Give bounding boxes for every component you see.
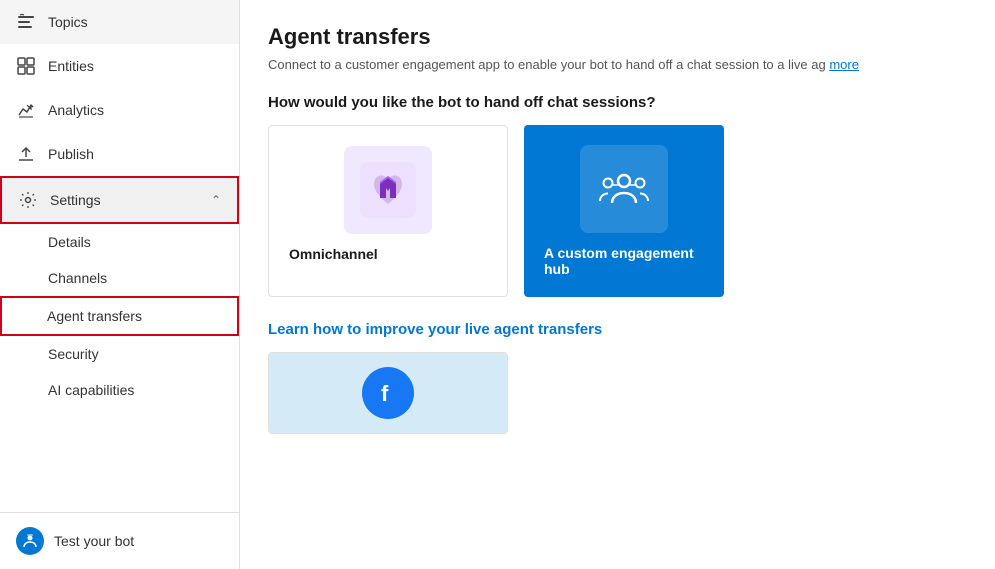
sub-item-agent-transfers[interactable]: Agent transfers xyxy=(0,296,239,336)
custom-hub-icon xyxy=(598,163,650,215)
entities-icon xyxy=(16,56,36,76)
sub-item-security-label: Security xyxy=(48,346,99,362)
improve-card[interactable]: f xyxy=(268,352,508,434)
sidebar-item-analytics-label: Analytics xyxy=(48,102,223,118)
sidebar-item-entities[interactable]: Entities xyxy=(0,44,239,88)
settings-icon xyxy=(18,190,38,210)
sidebar: Topics Entities xyxy=(0,0,240,569)
analytics-icon xyxy=(16,100,36,120)
svg-text:f: f xyxy=(381,381,389,406)
publish-icon xyxy=(16,144,36,164)
improve-card-image: f xyxy=(269,353,507,433)
sub-item-ai-capabilities-label: AI capabilities xyxy=(48,382,134,398)
page-subtitle: Connect to a customer engagement app to … xyxy=(268,56,967,74)
omnichannel-icon xyxy=(344,146,432,234)
learn-section-title: Learn how to improve your live agent tra… xyxy=(268,321,967,338)
sidebar-item-settings[interactable]: Settings ⌃ xyxy=(0,176,239,224)
sub-item-details[interactable]: Details xyxy=(0,224,239,260)
omnichannel-card[interactable]: Omnichannel xyxy=(268,125,508,297)
settings-chevron-icon: ⌃ xyxy=(211,193,221,207)
sub-item-ai-capabilities[interactable]: AI capabilities xyxy=(0,372,239,408)
test-bot-bar[interactable]: Test your bot xyxy=(0,512,239,569)
sidebar-item-publish-label: Publish xyxy=(48,146,223,162)
custom-hub-card-label: A custom engagement hub xyxy=(544,245,704,277)
sidebar-item-analytics[interactable]: Analytics xyxy=(0,88,239,132)
topics-icon xyxy=(16,12,36,32)
settings-sub-items: Details Channels Agent transfers Securit… xyxy=(0,224,239,408)
test-bot-label: Test your bot xyxy=(54,533,134,549)
learn-more-link[interactable]: more xyxy=(829,57,859,72)
sub-item-channels-label: Channels xyxy=(48,270,107,286)
sidebar-item-entities-label: Entities xyxy=(48,58,223,74)
sub-item-details-label: Details xyxy=(48,234,91,250)
page-title: Agent transfers xyxy=(268,24,967,50)
fb-icon: f xyxy=(362,367,414,419)
test-bot-avatar xyxy=(16,527,44,555)
sub-item-agent-transfers-label: Agent transfers xyxy=(47,308,142,324)
custom-hub-icon-area xyxy=(544,145,704,233)
sidebar-item-topics-label: Topics xyxy=(48,14,223,30)
sub-item-security[interactable]: Security xyxy=(0,336,239,372)
sub-item-channels[interactable]: Channels xyxy=(0,260,239,296)
sidebar-item-topics[interactable]: Topics xyxy=(0,0,239,44)
sidebar-item-settings-label: Settings xyxy=(50,192,211,208)
sidebar-scroll: Topics Entities xyxy=(0,0,239,512)
omnichannel-icon-area xyxy=(289,146,487,234)
main-content: Agent transfers Connect to a customer en… xyxy=(240,0,995,569)
cards-row: Omnichannel xyxy=(268,125,967,297)
omnichannel-card-label: Omnichannel xyxy=(289,246,378,262)
sidebar-item-publish[interactable]: Publish xyxy=(0,132,239,176)
custom-hub-card[interactable]: A custom engagement hub xyxy=(524,125,724,297)
section-question: How would you like the bot to hand off c… xyxy=(268,94,967,111)
